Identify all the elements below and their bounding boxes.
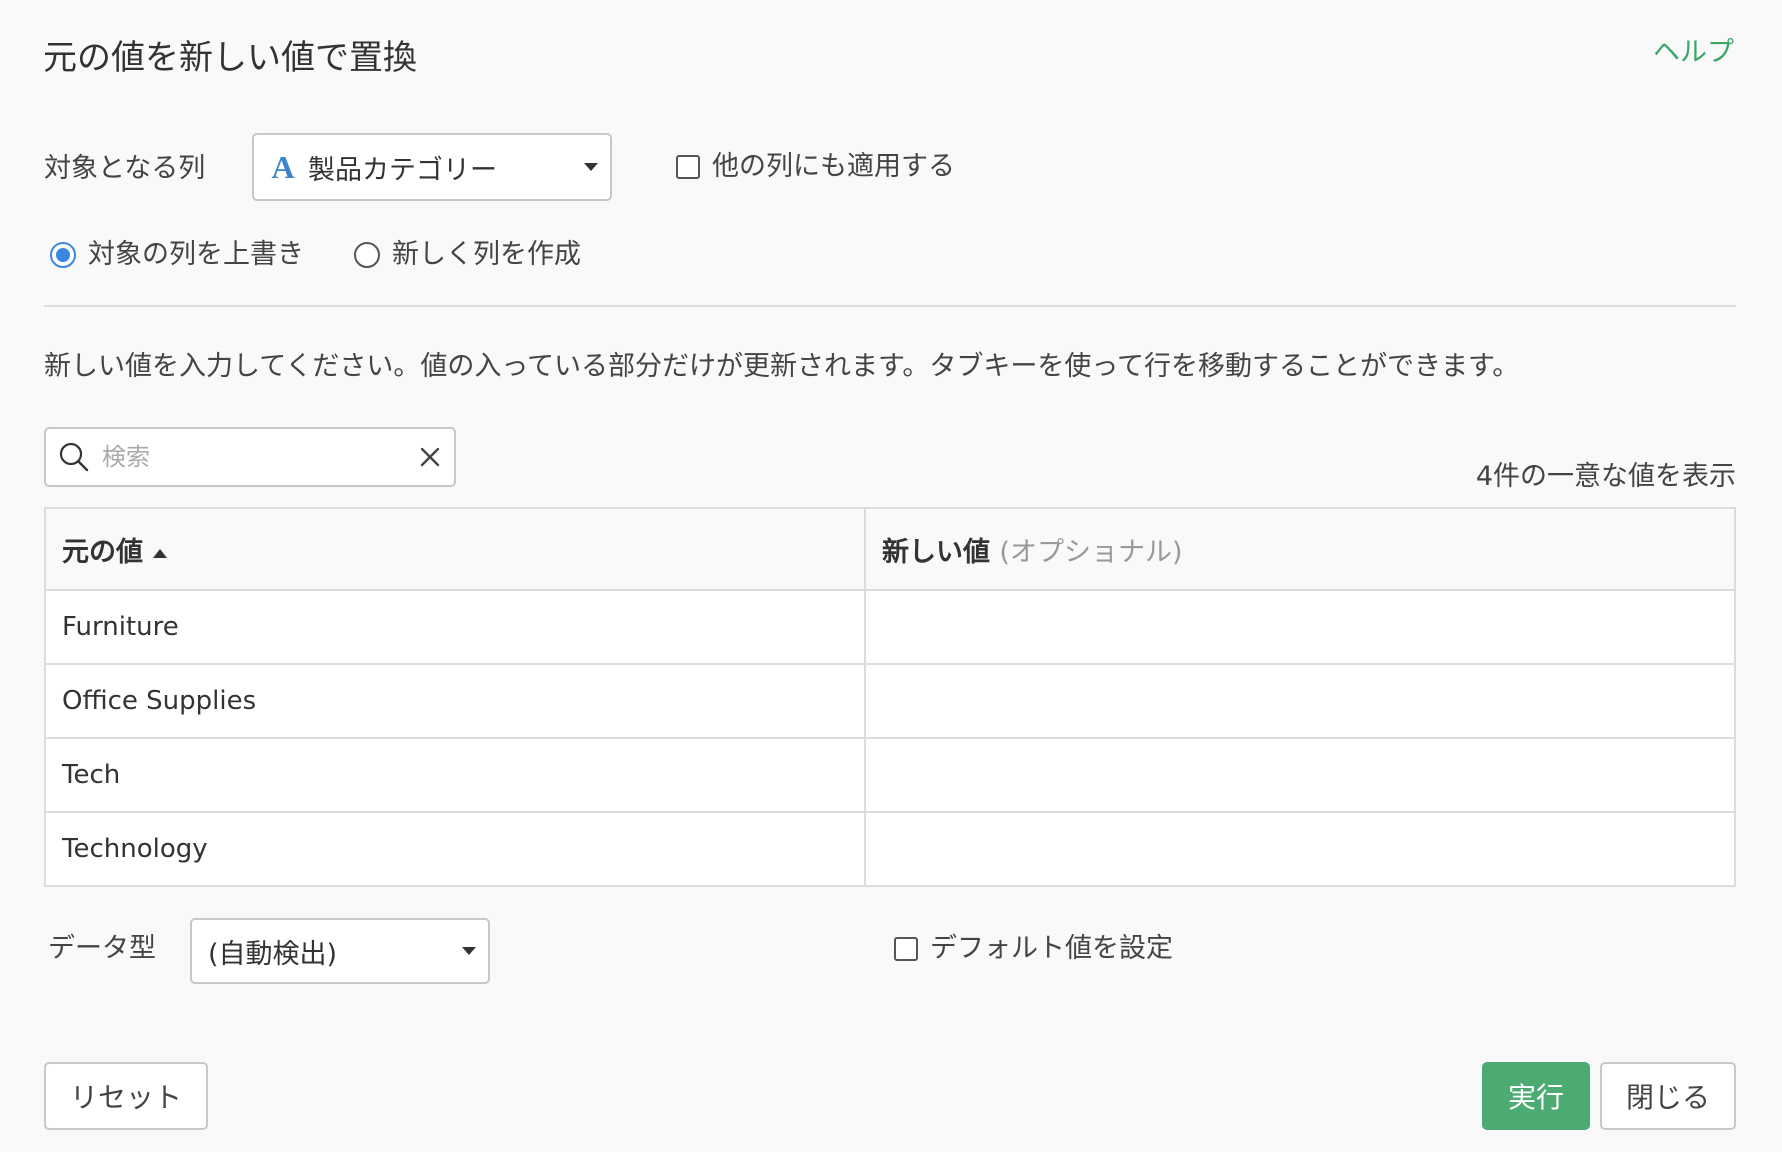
apply-other-columns-checkbox[interactable]: [676, 155, 700, 179]
search-input[interactable]: [102, 443, 418, 471]
original-value-cell: Office Supplies: [44, 663, 866, 739]
unique-count-text: 4件の一意な値を表示: [1475, 461, 1736, 492]
table-header-row: 元の値 新しい値 (オプショナル): [44, 507, 1736, 591]
new-value-input[interactable]: [882, 819, 1718, 879]
new-value-header-label: 新しい値: [882, 536, 990, 568]
new-value-input[interactable]: [882, 745, 1718, 805]
original-value-header-label: 元の値: [62, 536, 143, 568]
original-value-cell: Tech: [44, 737, 866, 813]
new-value-cell[interactable]: [864, 589, 1736, 665]
target-column-select[interactable]: A 製品カテゴリー: [252, 133, 612, 201]
apply-other-columns-option[interactable]: 他の列にも適用する: [676, 148, 955, 186]
reset-button[interactable]: リセット: [44, 1062, 208, 1130]
chevron-down-icon: [584, 163, 598, 171]
run-button[interactable]: 実行: [1482, 1062, 1590, 1130]
new-value-input[interactable]: [882, 597, 1718, 657]
create-new-column-radio[interactable]: [354, 242, 380, 268]
new-value-input[interactable]: [882, 671, 1718, 731]
default-value-option[interactable]: デフォルト値を設定: [894, 930, 1173, 968]
chevron-down-icon: [462, 947, 476, 955]
sort-ascending-icon: [153, 548, 167, 558]
original-value-cell: Technology: [44, 811, 866, 887]
default-value-checkbox[interactable]: [894, 937, 918, 961]
table-row: Office Supplies: [44, 663, 1736, 739]
section-divider: [44, 305, 1736, 307]
search-box[interactable]: [44, 427, 456, 487]
data-type-label: データ型: [48, 933, 156, 964]
data-type-value: (自動検出): [208, 938, 338, 970]
replace-values-table: 元の値 新しい値 (オプショナル) Furniture Office Suppl…: [44, 507, 1736, 887]
table-row: Technology: [44, 811, 1736, 887]
help-link[interactable]: ヘルプ: [1653, 34, 1734, 72]
apply-other-columns-label: 他の列にも適用する: [712, 151, 955, 182]
default-value-label: デフォルト値を設定: [930, 933, 1173, 964]
overwrite-label: 対象の列を上書き: [88, 239, 304, 270]
close-button[interactable]: 閉じる: [1600, 1062, 1736, 1130]
original-value-cell: Furniture: [44, 589, 866, 665]
data-type-select[interactable]: (自動検出): [190, 918, 490, 984]
new-value-cell[interactable]: [864, 737, 1736, 813]
new-value-cell[interactable]: [864, 811, 1736, 887]
overwrite-option[interactable]: 対象の列を上書き: [50, 236, 304, 274]
close-icon[interactable]: [418, 445, 442, 469]
new-value-cell[interactable]: [864, 663, 1736, 739]
table-row: Furniture: [44, 589, 1736, 665]
overwrite-radio[interactable]: [50, 242, 76, 268]
create-new-column-label: 新しく列を作成: [392, 239, 581, 270]
instructions-text: 新しい値を入力してください。値の入っている部分だけが更新されます。タブキーを使っ…: [44, 351, 1520, 382]
dialog-title: 元の値を新しい値で置換: [43, 38, 417, 78]
column-header-original[interactable]: 元の値: [44, 507, 866, 591]
optional-label: (オプショナル): [999, 536, 1183, 568]
target-column-label: 対象となる列: [44, 153, 206, 184]
target-column-value: 製品カテゴリー: [308, 154, 497, 186]
column-header-new: 新しい値 (オプショナル): [864, 507, 1736, 591]
table-row: Tech: [44, 737, 1736, 813]
create-new-column-option[interactable]: 新しく列を作成: [354, 236, 581, 274]
string-type-icon: A: [271, 148, 295, 185]
search-icon: [59, 442, 89, 472]
